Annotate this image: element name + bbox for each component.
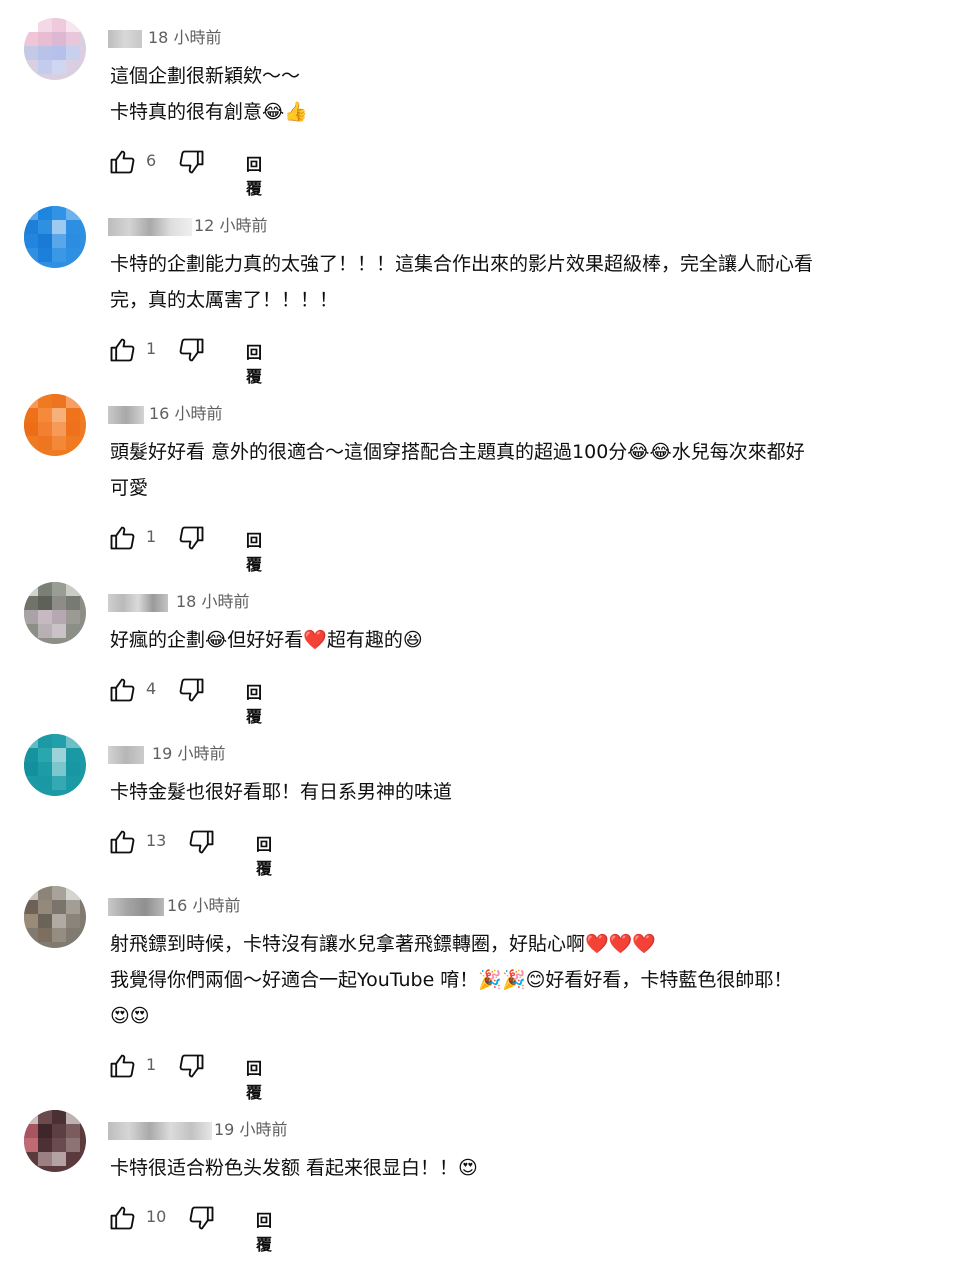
thumbs-down-icon[interactable] — [188, 828, 216, 856]
avatar[interactable] — [24, 206, 86, 268]
comment-item: 12 小時前 卡特的企劃能力真的太強了！！！這集合作出來的影片效果超級棒，完全讓… — [0, 206, 964, 386]
like-count: 10 — [146, 1207, 167, 1226]
thumbs-down-icon[interactable] — [178, 336, 206, 364]
thumbs-up-icon[interactable] — [108, 828, 136, 856]
comment-text: 好瘋的企劃😂但好好看❤️超有趣的😆 — [110, 629, 423, 651]
thumbs-down-icon[interactable] — [178, 148, 206, 176]
comment-time[interactable]: 16 小時前 — [149, 404, 222, 424]
comment-text: 卡特的企劃能力真的太強了！！！這集合作出來的影片效果超級棒，完全讓人耐心看 完，… — [110, 253, 814, 311]
comment-time[interactable]: 19 小時前 — [152, 744, 225, 764]
like-count: 4 — [146, 679, 157, 698]
reply-button[interactable]: 回覆 — [246, 679, 262, 727]
comment-time[interactable]: 12 小時前 — [194, 216, 267, 236]
avatar[interactable] — [24, 1110, 86, 1172]
like-count: 6 — [146, 151, 157, 170]
comment-time[interactable]: 16 小時前 — [167, 896, 240, 916]
avatar[interactable] — [24, 394, 86, 456]
thumbs-down-icon[interactable] — [178, 676, 206, 704]
comment-time[interactable]: 18 小時前 — [148, 28, 221, 48]
thumbs-down-icon[interactable] — [178, 1052, 206, 1080]
thumbs-down-icon[interactable] — [188, 1204, 216, 1232]
thumbs-up-icon[interactable] — [108, 1204, 136, 1232]
comment-text: 頭髮好好看 意外的很適合～這個穿搭配合主題真的超過100分😂😂水兒每次來都好 可… — [110, 441, 805, 499]
author-name-redacted[interactable] — [108, 218, 192, 236]
reply-button[interactable]: 回覆 — [246, 339, 262, 387]
author-name-redacted[interactable] — [108, 406, 144, 424]
like-count: 1 — [146, 1055, 157, 1074]
like-count: 1 — [146, 339, 157, 358]
reply-button[interactable]: 回覆 — [246, 1055, 262, 1103]
reply-button[interactable]: 回覆 — [256, 831, 272, 879]
author-name-redacted[interactable] — [108, 746, 144, 764]
thumbs-up-icon[interactable] — [108, 148, 136, 176]
reply-button[interactable]: 回覆 — [246, 527, 262, 575]
comment-time[interactable]: 18 小時前 — [176, 592, 249, 612]
author-name-redacted[interactable] — [108, 30, 142, 48]
thumbs-up-icon[interactable] — [108, 524, 136, 552]
comment-item: 18 小時前 好瘋的企劃😂但好好看❤️超有趣的😆 4 回覆 — [0, 582, 964, 726]
thumbs-up-icon[interactable] — [108, 1052, 136, 1080]
comment-item: 16 小時前 頭髮好好看 意外的很適合～這個穿搭配合主題真的超過100分😂😂水兒… — [0, 394, 964, 574]
comment-text: 這個企劃很新穎欸～～ 卡特真的很有創意😂👍 — [110, 65, 308, 123]
comment-item: 19 小時前 卡特金髮也很好看耶！有日系男神的味道 13 回覆 — [0, 734, 964, 878]
thumbs-up-icon[interactable] — [108, 336, 136, 364]
comment-text: 卡特金髮也很好看耶！有日系男神的味道 — [110, 781, 453, 803]
avatar[interactable] — [24, 734, 86, 796]
comment-time[interactable]: 19 小時前 — [214, 1120, 287, 1140]
comment-item: 19 小時前 卡特很适合粉色头发额 看起来很显白！！😍 10 回覆 — [0, 1110, 964, 1254]
author-name-redacted[interactable] — [108, 898, 164, 916]
author-name-redacted[interactable] — [108, 1122, 212, 1140]
comment-item: 16 小時前 射飛鏢到時候，卡特沒有讓水兒拿著飛鏢轉圈，好貼心啊❤️❤️❤️ 我… — [0, 886, 964, 1102]
comment-text: 射飛鏢到時候，卡特沒有讓水兒拿著飛鏢轉圈，好貼心啊❤️❤️❤️ 我覺得你們兩個～… — [110, 933, 793, 1027]
thumbs-up-icon[interactable] — [108, 676, 136, 704]
reply-button[interactable]: 回覆 — [256, 1207, 272, 1255]
reply-button[interactable]: 回覆 — [246, 151, 262, 199]
avatar[interactable] — [24, 582, 86, 644]
comment-text: 卡特很适合粉色头发额 看起来很显白！！😍 — [110, 1157, 478, 1179]
author-name-redacted[interactable] — [108, 594, 168, 612]
comment-item: 18 小時前 這個企劃很新穎欸～～ 卡特真的很有創意😂👍 6 回覆 — [0, 18, 964, 198]
avatar[interactable] — [24, 886, 86, 948]
avatar[interactable] — [24, 18, 86, 80]
like-count: 1 — [146, 527, 157, 546]
like-count: 13 — [146, 831, 167, 850]
thumbs-down-icon[interactable] — [178, 524, 206, 552]
